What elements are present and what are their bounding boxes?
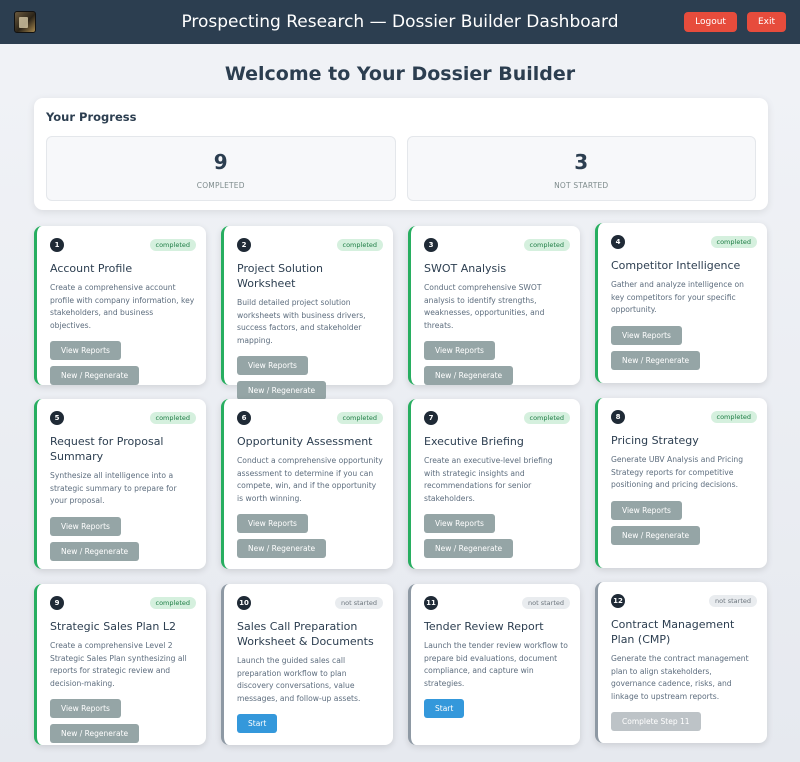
view-reports-button[interactable]: View Reports <box>611 325 682 345</box>
step-description: Create a comprehensive Level 2 Strategic… <box>50 641 187 688</box>
logout-button[interactable]: Logout <box>684 12 737 32</box>
step-description: Create an executive-level briefing with … <box>424 456 553 503</box>
step-description: Generate the contract management plan to… <box>611 654 749 701</box>
step-title: Sales Call Preparation Worksheet & Docum… <box>237 620 374 648</box>
step-card-9: 9 completed Strategic Sales Plan L2 Creat… <box>34 584 206 745</box>
step-description: Launch the tender review workflow to pre… <box>424 641 568 688</box>
step-number: 10 <box>237 596 251 610</box>
header-actions: Logout Exit <box>684 12 786 32</box>
step-number: 7 <box>424 411 438 425</box>
app-title: Prospecting Research — Dossier Builder D… <box>181 12 619 32</box>
step-card-1: 1 completed Account Profile Create a comp… <box>34 226 206 385</box>
step-description: Synthesize all intelligence into a strat… <box>50 471 177 505</box>
regenerate-button[interactable]: New / Regenerate <box>50 366 140 385</box>
step-card-7: 7 completed Executive Briefing Create an … <box>408 399 580 569</box>
step-number: 12 <box>611 594 625 608</box>
status-badge: completed <box>149 239 196 251</box>
step-card-11: 11 not started Tender Review Report Launc… <box>408 584 580 745</box>
step-description: Build detailed project solution workshee… <box>237 298 366 345</box>
regenerate-button[interactable]: New / Regenerate <box>424 366 514 385</box>
status-badge: completed <box>710 236 757 248</box>
step-card-10: 10 not started Sales Call Preparation Wor… <box>221 584 393 745</box>
progress-card: Your Progress 9 COMPLETED 3 NOT STARTED <box>34 98 768 210</box>
regenerate-button[interactable]: New / Regenerate <box>50 724 140 743</box>
regenerate-button[interactable]: New / Regenerate <box>611 525 701 545</box>
view-reports-button[interactable]: View Reports <box>237 356 308 375</box>
progress-stats: 9 COMPLETED 3 NOT STARTED <box>46 136 756 201</box>
view-reports-button[interactable]: View Reports <box>424 341 495 360</box>
step-number: 4 <box>611 235 625 249</box>
regenerate-button[interactable]: New / Regenerate <box>424 539 514 558</box>
view-reports-button[interactable]: View Reports <box>424 514 495 533</box>
completed-stat: 9 COMPLETED <box>46 136 396 201</box>
view-reports-button[interactable]: View Reports <box>611 500 682 520</box>
regenerate-button[interactable]: New / Regenerate <box>237 381 327 400</box>
step-number: 3 <box>424 238 438 252</box>
view-reports-button[interactable]: View Reports <box>50 516 121 536</box>
step-title: Project Solution Worksheet <box>237 262 323 290</box>
step-card-12: 12 not started Contract Management Plan (… <box>595 582 767 743</box>
step-description: Conduct comprehensive SWOT analysis to i… <box>424 283 545 330</box>
view-reports-button[interactable]: View Reports <box>237 514 308 533</box>
status-badge: completed <box>336 412 383 424</box>
step-description: Generate UBV Analysis and Pricing Strate… <box>611 455 744 489</box>
header-bar: Prospecting Research — Dossier Builder D… <box>0 0 800 44</box>
start-button[interactable]: Start <box>237 714 278 733</box>
status-badge: completed <box>523 412 570 424</box>
status-badge: not started <box>335 597 383 609</box>
step-number: 6 <box>237 411 251 425</box>
status-badge: completed <box>523 239 570 251</box>
step-number: 9 <box>50 596 64 610</box>
not-started-stat: 3 NOT STARTED <box>406 136 756 201</box>
step-number: 8 <box>611 410 625 424</box>
step-title: Competitor Intelligence <box>611 259 741 272</box>
step-card-4: 4 completed Competitor Intelligence Gathe… <box>595 223 767 383</box>
step-title: Pricing Strategy <box>611 434 699 447</box>
status-badge: completed <box>149 597 196 609</box>
step-card-5: 5 completed Request for Proposal Summary … <box>34 399 206 569</box>
step-title: Account Profile <box>50 262 133 275</box>
complete-step-11-button[interactable]: Complete Step 11 <box>611 712 701 731</box>
step-number: 5 <box>50 411 64 425</box>
step-number: 1 <box>50 238 64 252</box>
status-badge: not started <box>522 597 570 609</box>
step-title: Executive Briefing <box>424 435 524 448</box>
status-badge: not started <box>709 595 757 607</box>
step-number: 11 <box>424 596 438 610</box>
step-title: Strategic Sales Plan L2 <box>50 620 177 633</box>
step-description: Conduct a comprehensive opportunity asse… <box>237 456 383 503</box>
view-reports-button[interactable]: View Reports <box>50 699 121 718</box>
completed-count: 9 <box>213 150 228 174</box>
start-button[interactable]: Start <box>424 699 465 718</box>
status-badge: completed <box>336 239 383 251</box>
regenerate-button[interactable]: New / Regenerate <box>237 539 327 558</box>
step-card-6: 6 completed Opportunity Assessment Conduc… <box>221 399 393 569</box>
step-description: Create a comprehensive account profile w… <box>50 283 195 330</box>
view-reports-button[interactable]: View Reports <box>50 341 121 360</box>
regenerate-button[interactable]: New / Regenerate <box>611 350 701 370</box>
step-card-2: 2 completed Project Solution Worksheet Bu… <box>221 226 393 400</box>
step-card-8: 8 completed Pricing Strategy Generate UBV… <box>595 398 767 568</box>
completed-label: COMPLETED <box>196 181 245 190</box>
step-title: Contract Management Plan (CMP) <box>611 618 735 646</box>
welcome-heading: Welcome to Your Dossier Builder <box>224 63 576 85</box>
step-title: SWOT Analysis <box>424 262 507 275</box>
progress-title: Your Progress <box>46 110 137 124</box>
step-title: Tender Review Report <box>424 620 544 633</box>
regenerate-button[interactable]: New / Regenerate <box>50 541 140 561</box>
not-started-label: NOT STARTED <box>554 181 609 190</box>
status-badge: completed <box>710 411 757 423</box>
exit-button[interactable]: Exit <box>746 12 786 32</box>
step-title: Opportunity Assessment <box>237 435 373 448</box>
step-number: 2 <box>237 238 251 252</box>
step-card-3: 3 completed SWOT Analysis Conduct compreh… <box>408 226 580 385</box>
app-logo[interactable] <box>14 11 36 33</box>
status-badge: completed <box>149 412 196 424</box>
not-started-count: 3 <box>574 150 589 174</box>
step-title: Request for Proposal Summary <box>50 435 164 463</box>
step-description: Launch the guided sales call preparation… <box>237 656 361 703</box>
step-description: Gather and analyze intelligence on key c… <box>611 280 744 314</box>
